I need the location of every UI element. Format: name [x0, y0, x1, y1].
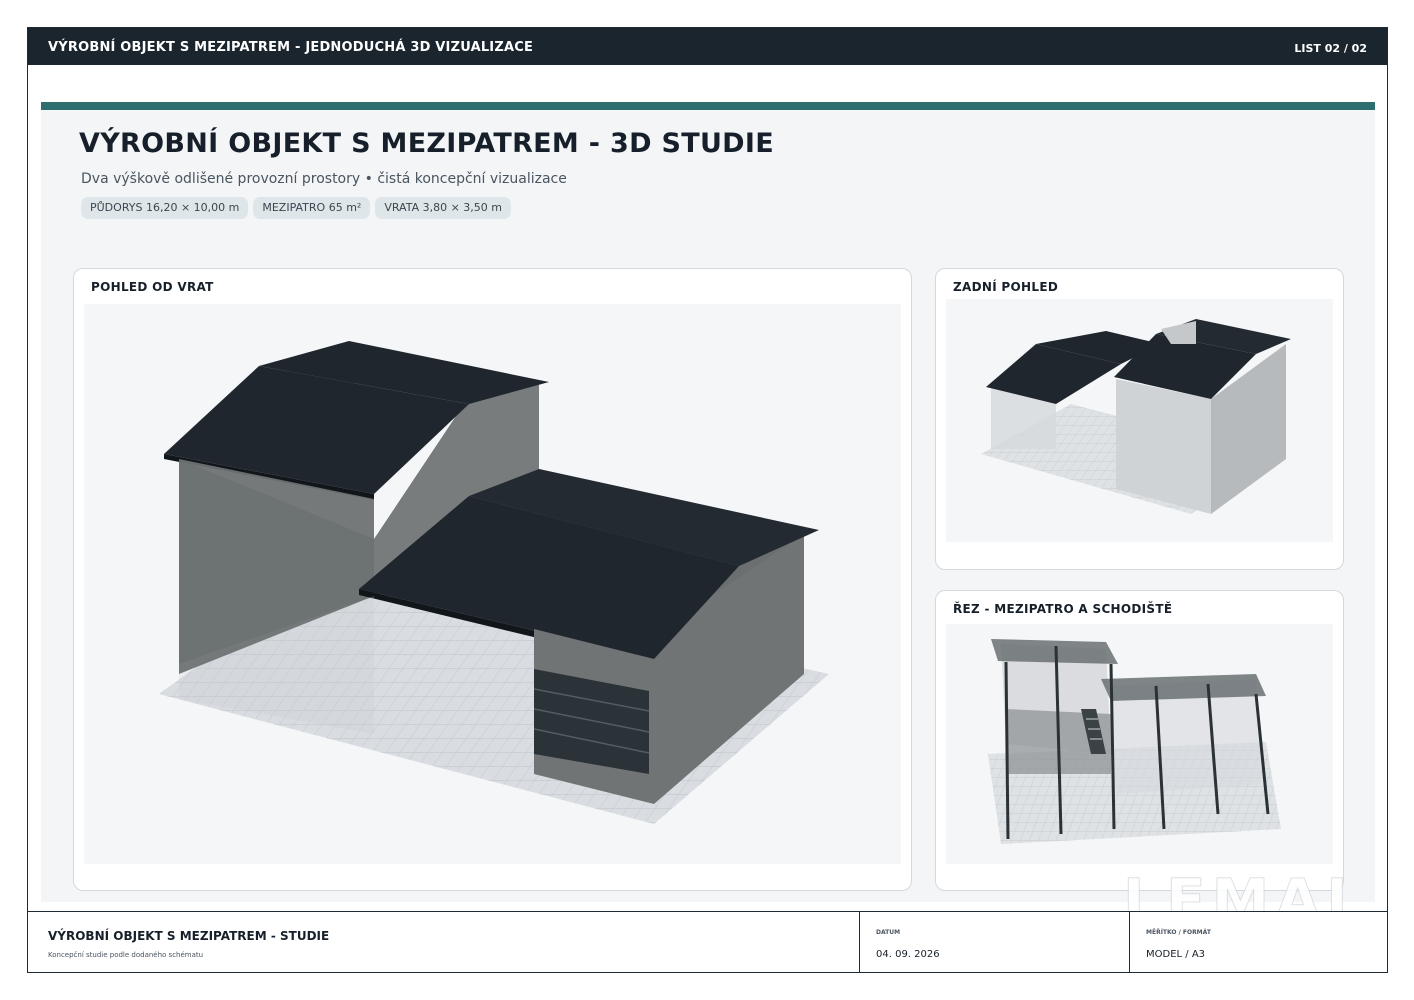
panel-section-view: ŘEZ - MEZIPATRO A SCHODIŠTĚ — [935, 590, 1344, 891]
front-view-svg — [159, 341, 829, 824]
scale-value: MODEL / A3 — [1146, 949, 1206, 960]
chip-gate: VRATA 3,80 × 3,50 m — [375, 197, 512, 219]
panel-title-front: POHLED OD VRAT — [91, 280, 214, 294]
scale-label: MĚŘÍTKO / FORMÁT — [1146, 929, 1211, 936]
accent-stripe — [41, 102, 1375, 110]
panel-title-section: ŘEZ - MEZIPATRO A SCHODIŠTĚ — [953, 602, 1173, 616]
footer-subtitle: Koncepční studie podle dodaného schématu — [48, 951, 204, 959]
top-bar: VÝROBNÍ OBJEKT S MEZIPATREM - JEDNODUCHÁ… — [28, 28, 1387, 65]
panel-front-view: POHLED OD VRAT — [73, 268, 912, 891]
header-title: VÝROBNÍ OBJEKT S MEZIPATREM - JEDNODUCHÁ… — [48, 40, 534, 55]
front-view-render — [84, 304, 901, 864]
date-cell: DATUM 04. 09. 2026 — [859, 912, 1129, 972]
footer-title: VÝROBNÍ OBJEKT S MEZIPATREM - STUDIE — [48, 929, 330, 943]
section-view-svg — [988, 639, 1281, 844]
scale-cell: MĚŘÍTKO / FORMÁT MODEL / A3 — [1129, 912, 1387, 972]
back-view-svg — [981, 319, 1291, 514]
page-title: VÝROBNÍ OBJEKT S MEZIPATREM - 3D STUDIE — [79, 128, 774, 159]
drawing-sheet: VÝROBNÍ OBJEKT S MEZIPATREM - JEDNODUCHÁ… — [27, 27, 1388, 973]
date-value: 04. 09. 2026 — [876, 949, 940, 960]
back-view-render — [946, 299, 1333, 542]
panel-back-view: ZADNÍ POHLED — [935, 268, 1344, 570]
sheet-number: LIST 02 / 02 — [1294, 42, 1367, 55]
date-label: DATUM — [876, 929, 901, 936]
panel-title-back: ZADNÍ POHLED — [953, 280, 1059, 294]
title-block: VÝROBNÍ OBJEKT S MEZIPATREM - STUDIE Kon… — [28, 911, 1387, 972]
spec-chips: PŮDORYS 16,20 × 10,00 m MEZIPATRO 65 m² … — [81, 197, 512, 219]
chip-mezzanine: MEZIPATRO 65 m² — [253, 197, 371, 219]
page-subtitle: Dva výškově odlišené provozní prostory •… — [81, 171, 567, 187]
section-view-render — [946, 624, 1333, 864]
content-area: VÝROBNÍ OBJEKT S MEZIPATREM - 3D STUDIE … — [41, 102, 1375, 902]
chip-floor-plan: PŮDORYS 16,20 × 10,00 m — [81, 197, 249, 219]
